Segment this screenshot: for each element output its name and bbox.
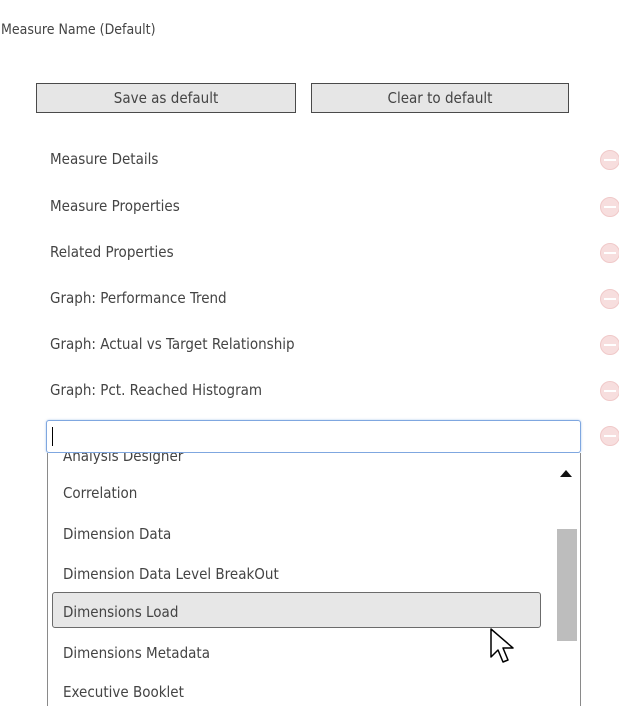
dropdown-option-analysis-designer[interactable]: Analysis Designer: [63, 453, 183, 466]
remove-circle-icon[interactable]: [600, 381, 619, 401]
section-related-properties[interactable]: Related Properties: [50, 242, 174, 262]
section-graph-pct-reached-histogram[interactable]: Graph: Pct. Reached Histogram: [50, 380, 262, 400]
section-dropdown-list[interactable]: Analysis Designer Correlation Dimension …: [47, 453, 581, 706]
section-graph-performance-trend[interactable]: Graph: Performance Trend: [50, 288, 227, 308]
remove-circle-icon[interactable]: [600, 289, 619, 309]
dropdown-option-dimension-data-level-breakout[interactable]: Dimension Data Level BreakOut: [63, 564, 279, 584]
section-measure-properties[interactable]: Measure Properties: [50, 196, 180, 216]
mouse-pointer-icon: [490, 628, 514, 663]
scroll-up-arrow-icon[interactable]: [560, 470, 572, 477]
remove-circle-icon[interactable]: [600, 426, 619, 446]
dropdown-option-executive-booklet[interactable]: Executive Booklet: [63, 682, 184, 702]
section-graph-actual-vs-target[interactable]: Graph: Actual vs Target Relationship: [50, 334, 295, 354]
dropdown-scrollbar[interactable]: [554, 453, 580, 706]
section-select-input[interactable]: [46, 420, 581, 453]
remove-circle-icon[interactable]: [600, 243, 619, 263]
dropdown-option-dimensions-metadata[interactable]: Dimensions Metadata: [63, 643, 210, 663]
text-caret: [52, 427, 53, 446]
dropdown-option-dimensions-load[interactable]: Dimensions Load: [63, 602, 178, 622]
default-layout-editor: Measure Name (Default) Save as default C…: [0, 0, 619, 706]
section-measure-details[interactable]: Measure Details: [50, 149, 158, 169]
dropdown-option-dimension-data[interactable]: Dimension Data: [63, 524, 171, 544]
remove-circle-icon[interactable]: [600, 150, 619, 170]
dropdown-option-correlation[interactable]: Correlation: [63, 483, 137, 503]
remove-circle-icon[interactable]: [600, 197, 619, 217]
remove-circle-icon[interactable]: [600, 335, 619, 355]
save-as-default-button[interactable]: Save as default: [36, 83, 296, 113]
scrollbar-thumb[interactable]: [557, 529, 577, 641]
dropdown-options: Analysis Designer Correlation Dimension …: [48, 453, 548, 706]
clear-to-default-button[interactable]: Clear to default: [311, 83, 569, 113]
page-title: Measure Name (Default): [1, 22, 156, 38]
